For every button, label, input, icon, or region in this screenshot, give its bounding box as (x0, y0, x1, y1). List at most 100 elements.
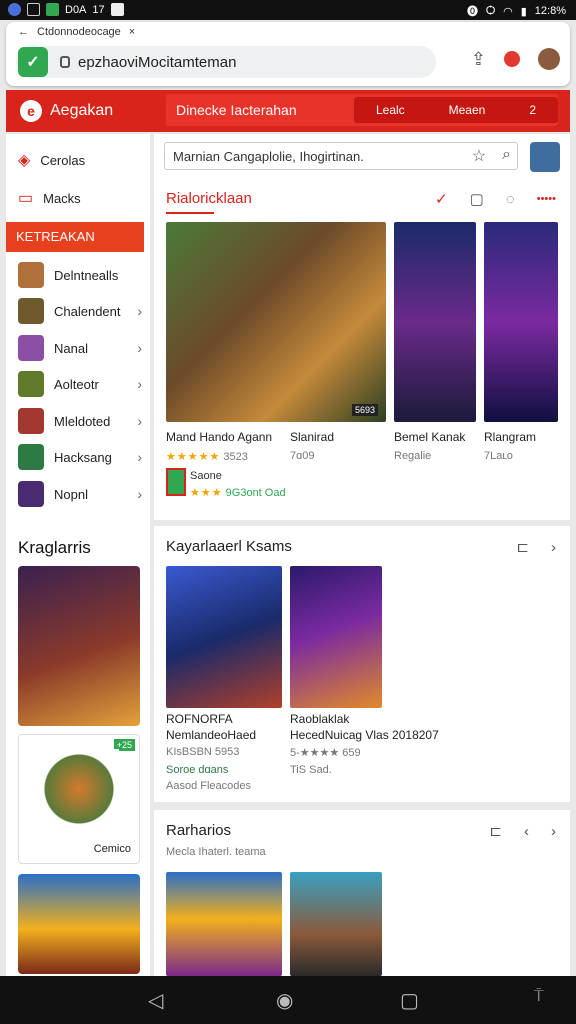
sidebar-item[interactable]: Mleldoted › (18, 408, 142, 434)
game-title[interactable]: ROFNORFA (166, 712, 233, 726)
site-logo-icon: ✓ (18, 47, 48, 77)
alarm-icon: ⓿ (466, 6, 478, 18)
game-subtitle[interactable]: NemlandeoHaed (166, 728, 256, 742)
sidebar-item-label: Mleldoted (54, 413, 111, 429)
sidebar-game-card[interactable] (18, 566, 140, 726)
game-art[interactable] (290, 566, 382, 708)
star-icon[interactable]: ☆ (472, 146, 486, 166)
sidebar-item-label: Cerolas (40, 152, 86, 168)
sidebar-item[interactable]: Nopnl › (18, 481, 142, 507)
section-panel: Rarharios Mecla Ihaterl. teama ⊏ ‹ › (154, 810, 570, 976)
chevron-down-icon[interactable]: ✓ (435, 190, 448, 208)
game-art[interactable] (290, 872, 382, 976)
search-text[interactable]: Marnian Cangaplolie, Ihogirtinan. (173, 149, 364, 164)
bookmark-icon[interactable]: ▢ (470, 190, 484, 208)
recents-icon[interactable]: ▢ (400, 988, 419, 1013)
sync-icon: Ѻ (485, 5, 496, 17)
sidebar-item-games[interactable]: ◈ Cerolas (18, 150, 142, 170)
game-thumb (18, 444, 44, 470)
section-title: Rialoricklaan (166, 190, 252, 207)
sidebar-item[interactable]: Nanal › (18, 335, 142, 361)
wifi-icon: ◠ (503, 5, 513, 18)
card-caption: Cemico (93, 843, 131, 855)
sidebar-item-label: Hacksang (54, 449, 112, 465)
bookmark-icon[interactable]: ⊏ (516, 538, 529, 556)
chevron-right-icon: › (137, 303, 142, 319)
chevron-right-icon: › (137, 486, 142, 502)
system-nav-bar: ◁ ◉ ▢ ⍑ (0, 976, 576, 1024)
keyboard-icon[interactable]: ⍑ (534, 988, 544, 1006)
profile-avatar[interactable] (538, 48, 560, 70)
image-notification-icon (27, 3, 40, 16)
search-input[interactable]: Marnian Cangaplolie, Ihogirtinan. ☆ ⌕ (164, 142, 518, 170)
game-small: TiS Sad. (290, 764, 332, 776)
sidebar-item[interactable]: Hacksang › (18, 444, 142, 470)
game-thumb (18, 262, 44, 288)
sidebar-item-label: Macks (43, 190, 81, 206)
character-art (39, 749, 119, 829)
game-meta: 7Laʟo (484, 450, 513, 462)
controller-icon: ◈ (18, 152, 31, 169)
sidebar-active-item[interactable]: KETREAKAN (6, 222, 144, 252)
sidebar-item[interactable]: Aolteotr › (18, 371, 142, 397)
header-button-3[interactable]: 2 (529, 103, 536, 117)
game-title[interactable]: Rlangram (484, 430, 536, 444)
notification-icon[interactable] (504, 51, 520, 67)
app-logo-icon[interactable]: e (20, 100, 42, 122)
chevron-right-icon[interactable]: › (551, 539, 556, 556)
game-meta: Regalie (394, 450, 432, 462)
star-rating-icon: ★★★★★ (166, 451, 221, 463)
address-bar[interactable]: ✓ epzhaoviMocitamteman (16, 46, 436, 78)
notification-text: D0A (65, 3, 87, 16)
promo-thumb (166, 468, 186, 496)
game-art[interactable] (166, 566, 282, 708)
game-art[interactable] (394, 222, 476, 422)
game-title[interactable]: Raoblaklak (290, 712, 349, 726)
search-icon[interactable]: ⌕ (502, 146, 511, 166)
game-art[interactable] (166, 872, 282, 976)
nav-title: Dinecke Iacterahan (176, 102, 297, 118)
status-time: 12:8% (534, 5, 566, 17)
info-icon[interactable]: ◌ (506, 191, 515, 208)
url-text[interactable]: epzhaoviMocitamteman (78, 54, 236, 71)
sidebar-item[interactable]: Chalendent › (18, 298, 142, 324)
signal-icon: ▮ (520, 5, 527, 18)
share-icon[interactable]: ⇪ (471, 49, 486, 70)
sidebar-item-label: Delntnealls (54, 267, 119, 283)
game-thumb (18, 335, 44, 361)
section-actions: ✓ ▢ ◌ ••••• (435, 190, 556, 209)
game-title[interactable]: Bemel Kanak (394, 430, 465, 444)
sidebar-item-label: Chalendent (54, 303, 121, 319)
home-icon[interactable]: ◉ (276, 988, 293, 1013)
tab-close-icon[interactable]: × (129, 26, 135, 38)
message-notification-icon (46, 3, 59, 16)
browser-actions: ⇪ (471, 48, 560, 70)
bookmark-icon[interactable]: ⊏ (489, 822, 502, 840)
more-icon[interactable]: ••••• (537, 193, 556, 205)
game-meta: KIsBSBN 5953 (166, 746, 240, 758)
chevron-right-icon[interactable]: › (551, 823, 556, 840)
sidebar-game-card[interactable] (18, 874, 140, 974)
notification-count: 17 (92, 3, 105, 16)
sidebar-game-card[interactable]: +25 Cemico (18, 734, 140, 864)
promo-row: ★★★ 9G3ont Oad (190, 486, 286, 499)
sidebar-heading: Kraglarris (18, 538, 91, 557)
user-avatar[interactable] (530, 142, 560, 172)
sidebar-item[interactable]: Delntnealls (18, 262, 142, 288)
game-subtitle[interactable]: HecedNuicag Vlas 2018207 (290, 728, 439, 742)
sidebar-item-label: Aolteotr (54, 376, 99, 392)
header-button-2[interactable]: Meaen (449, 103, 486, 117)
browser-chrome: ← Ctdonnodeocage × ✓ epzhaoviMocitamtema… (6, 22, 570, 86)
chevron-right-icon: › (137, 449, 142, 465)
game-title[interactable]: Mand Hando Agann (166, 430, 272, 444)
share-icon[interactable]: ‹ (524, 823, 529, 840)
sidebar-item-macks[interactable]: ▭ Macks (18, 188, 142, 208)
promo-name[interactable]: Saone (190, 470, 222, 482)
featured-game-art[interactable]: 5693 (166, 222, 386, 422)
browser-tab[interactable]: ← Ctdonnodeocage × (18, 26, 135, 38)
game-art[interactable] (484, 222, 558, 422)
header-button-1[interactable]: Lealc (376, 103, 405, 117)
back-arrow-icon[interactable]: ← (18, 26, 29, 38)
back-icon[interactable]: ◁ (148, 988, 163, 1013)
game-title[interactable]: Slanirad (290, 430, 334, 444)
